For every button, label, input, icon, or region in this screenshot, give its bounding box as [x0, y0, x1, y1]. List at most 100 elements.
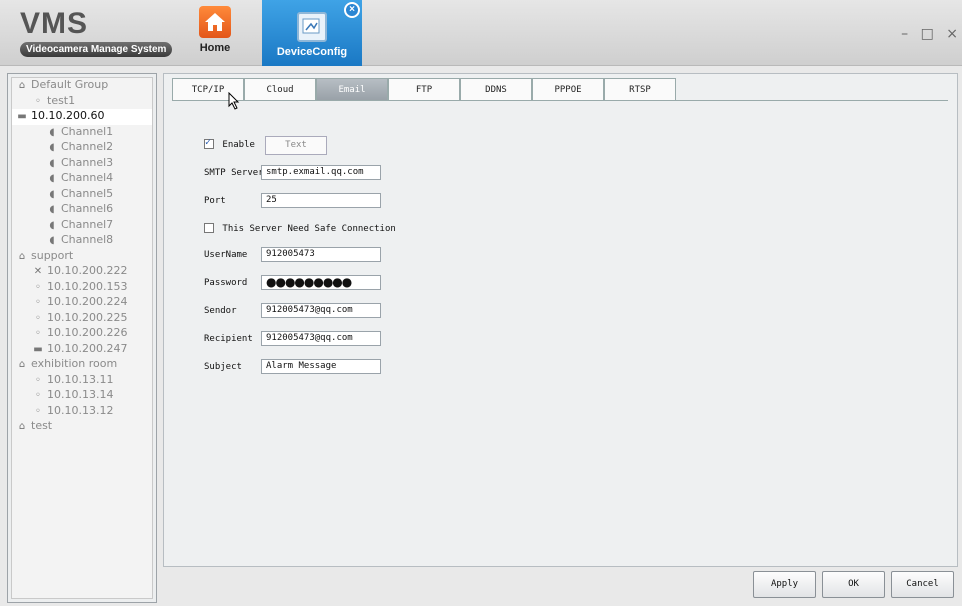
tree-item[interactable]: ⌂ support — [12, 249, 152, 265]
nvr-icon: ▬ — [33, 343, 43, 355]
tree-item[interactable]: ◖ Channel3 — [12, 156, 152, 172]
home-label: Home — [199, 42, 231, 54]
tree-item[interactable]: ◖ Channel8 — [12, 233, 152, 249]
safe-connection-checkbox[interactable] — [204, 223, 214, 233]
camera-icon: ◦ — [35, 281, 41, 293]
tree-item[interactable]: ✕ 10.10.200.222 — [12, 264, 152, 280]
camera-icon: ◦ — [35, 312, 41, 324]
tree-item[interactable]: ◦ test1 — [12, 94, 152, 110]
tree-item[interactable]: ◖ Channel7 — [12, 218, 152, 234]
channel-icon: ◖ — [49, 235, 55, 246]
tab-divider — [172, 100, 948, 101]
tab-pppoe[interactable]: PPPOE — [532, 78, 604, 100]
tree-item-label: 10.10.200.222 — [47, 264, 128, 277]
tree-item[interactable]: ◖ Channel2 — [12, 140, 152, 156]
tree-item-label: Default Group — [31, 78, 109, 91]
tree-item-label: test — [31, 419, 53, 432]
tree-item[interactable]: ⌂ exhibition room — [12, 357, 152, 373]
tab-ftp[interactable]: FTP — [388, 78, 460, 100]
tree-item[interactable]: ◖ Channel6 — [12, 202, 152, 218]
password-input[interactable]: ●●●●●●●●● — [261, 275, 381, 290]
tree-item-label: Channel2 — [61, 140, 114, 153]
recipient-label: Recipient — [204, 334, 253, 344]
group-icon: ⌂ — [18, 250, 26, 262]
safe-connection-row: This Server Need Safe Connection — [204, 223, 396, 234]
device-config-icon — [297, 12, 327, 42]
camera-icon: ◦ — [35, 405, 41, 417]
tree-item[interactable]: ◦ 10.10.13.11 — [12, 373, 152, 389]
tree-item-label: 10.10.200.225 — [47, 310, 128, 324]
tree-item[interactable]: ◦ 10.10.200.225 — [12, 311, 152, 327]
tree-item-label: Channel8 — [61, 233, 114, 246]
camera-icon: ◦ — [35, 328, 41, 339]
tree-item[interactable]: ◖ Channel5 — [12, 187, 152, 203]
tree-item-label: exhibition room — [31, 357, 118, 370]
app-title: VMS — [20, 7, 89, 40]
tree-item[interactable]: ◦ 10.10.200.226 — [12, 326, 152, 342]
channel-icon: ◖ — [49, 142, 55, 153]
password-label: Password — [204, 278, 248, 288]
tree-item-label: Channel7 — [61, 217, 114, 231]
tree-item[interactable]: ◦ 10.10.200.153 — [12, 280, 152, 296]
smtp-label: SMTP Server — [204, 168, 264, 178]
tree-item-label: Channel1 — [61, 124, 114, 138]
sendor-input[interactable]: 912005473@qq.com — [261, 303, 381, 318]
tree-item[interactable]: ◦ 10.10.13.12 — [12, 404, 152, 420]
mouse-cursor-icon — [228, 92, 240, 110]
username-input[interactable]: 912005473 — [261, 247, 381, 262]
offline-icon: ✕ — [33, 266, 43, 277]
app-logo: VMS Videocamera Manage System — [20, 7, 173, 57]
tree-item[interactable]: ◦ 10.10.13.14 — [12, 388, 152, 404]
tree-item-label: Channel3 — [61, 155, 114, 169]
tree-item-label: 10.10.200.60 — [31, 109, 105, 122]
port-input[interactable]: 25 — [261, 193, 381, 208]
deviceconfig-label: DeviceConfig — [276, 46, 348, 58]
tree-item[interactable]: ◖ Channel4 — [12, 171, 152, 187]
tree-item-label: 10.10.200.226 — [47, 326, 128, 339]
ok-button[interactable]: OK — [822, 571, 885, 598]
email-config-panel: TCP/IPCloudEmailFTPDDNSPPPOERTSP Enable … — [163, 73, 958, 567]
apply-button[interactable]: Apply — [753, 571, 816, 598]
channel-icon: ◖ — [49, 219, 55, 231]
close-tab-icon[interactable]: × — [344, 2, 360, 18]
tree-item[interactable]: ◦ 10.10.200.224 — [12, 295, 152, 311]
camera-icon: ◦ — [35, 95, 41, 107]
camera-icon: ◦ — [35, 374, 41, 386]
tree-item-label: test1 — [47, 93, 76, 107]
tab-rtsp[interactable]: RTSP — [604, 78, 676, 100]
username-label: UserName — [204, 250, 248, 260]
tree-item-label: 10.10.200.224 — [47, 295, 128, 308]
smtp-server-input[interactable]: smtp.exmail.qq.com — [261, 165, 381, 180]
enable-checkbox[interactable] — [204, 137, 214, 149]
tree-item-label: Channel6 — [61, 202, 114, 215]
cancel-button[interactable]: Cancel — [891, 571, 954, 598]
nvr-icon: ▬ — [17, 111, 27, 122]
test-button[interactable]: Text — [265, 136, 327, 155]
channel-icon: ◖ — [49, 204, 55, 215]
tree-item[interactable]: ◖ Channel1 — [12, 125, 152, 141]
window-controls[interactable]: – □ × — [901, 26, 962, 42]
camera-icon: ◦ — [35, 297, 41, 308]
safe-connection-label: This Server Need Safe Connection — [222, 223, 396, 234]
tree-item[interactable]: ▬ 10.10.200.247 — [12, 342, 152, 358]
tab-ddns[interactable]: DDNS — [460, 78, 532, 100]
subject-label: Subject — [204, 362, 242, 372]
tree-item[interactable]: ⌂ Default Group — [12, 78, 152, 94]
enable-row: Enable Text — [204, 136, 327, 155]
tab-cloud[interactable]: Cloud — [244, 78, 316, 100]
home-icon — [199, 6, 231, 38]
subject-input[interactable]: Alarm Message — [261, 359, 381, 374]
channel-icon: ◖ — [49, 188, 55, 200]
recipient-input[interactable]: 912005473@qq.com — [261, 331, 381, 346]
deviceconfig-nav-tab[interactable]: DeviceConfig × — [262, 0, 362, 66]
group-icon: ⌂ — [18, 80, 26, 91]
channel-icon: ◖ — [49, 126, 55, 138]
group-icon: ⌂ — [18, 359, 26, 370]
home-nav-button[interactable]: Home — [185, 6, 245, 62]
channel-icon: ◖ — [49, 157, 55, 169]
tree-item[interactable]: ⌂ test — [12, 419, 152, 435]
tab-email[interactable]: Email — [316, 78, 388, 100]
camera-icon: ◦ — [35, 390, 41, 401]
tree-item[interactable]: ▬ 10.10.200.60 — [12, 109, 152, 125]
tree-item-label: support — [31, 248, 74, 262]
